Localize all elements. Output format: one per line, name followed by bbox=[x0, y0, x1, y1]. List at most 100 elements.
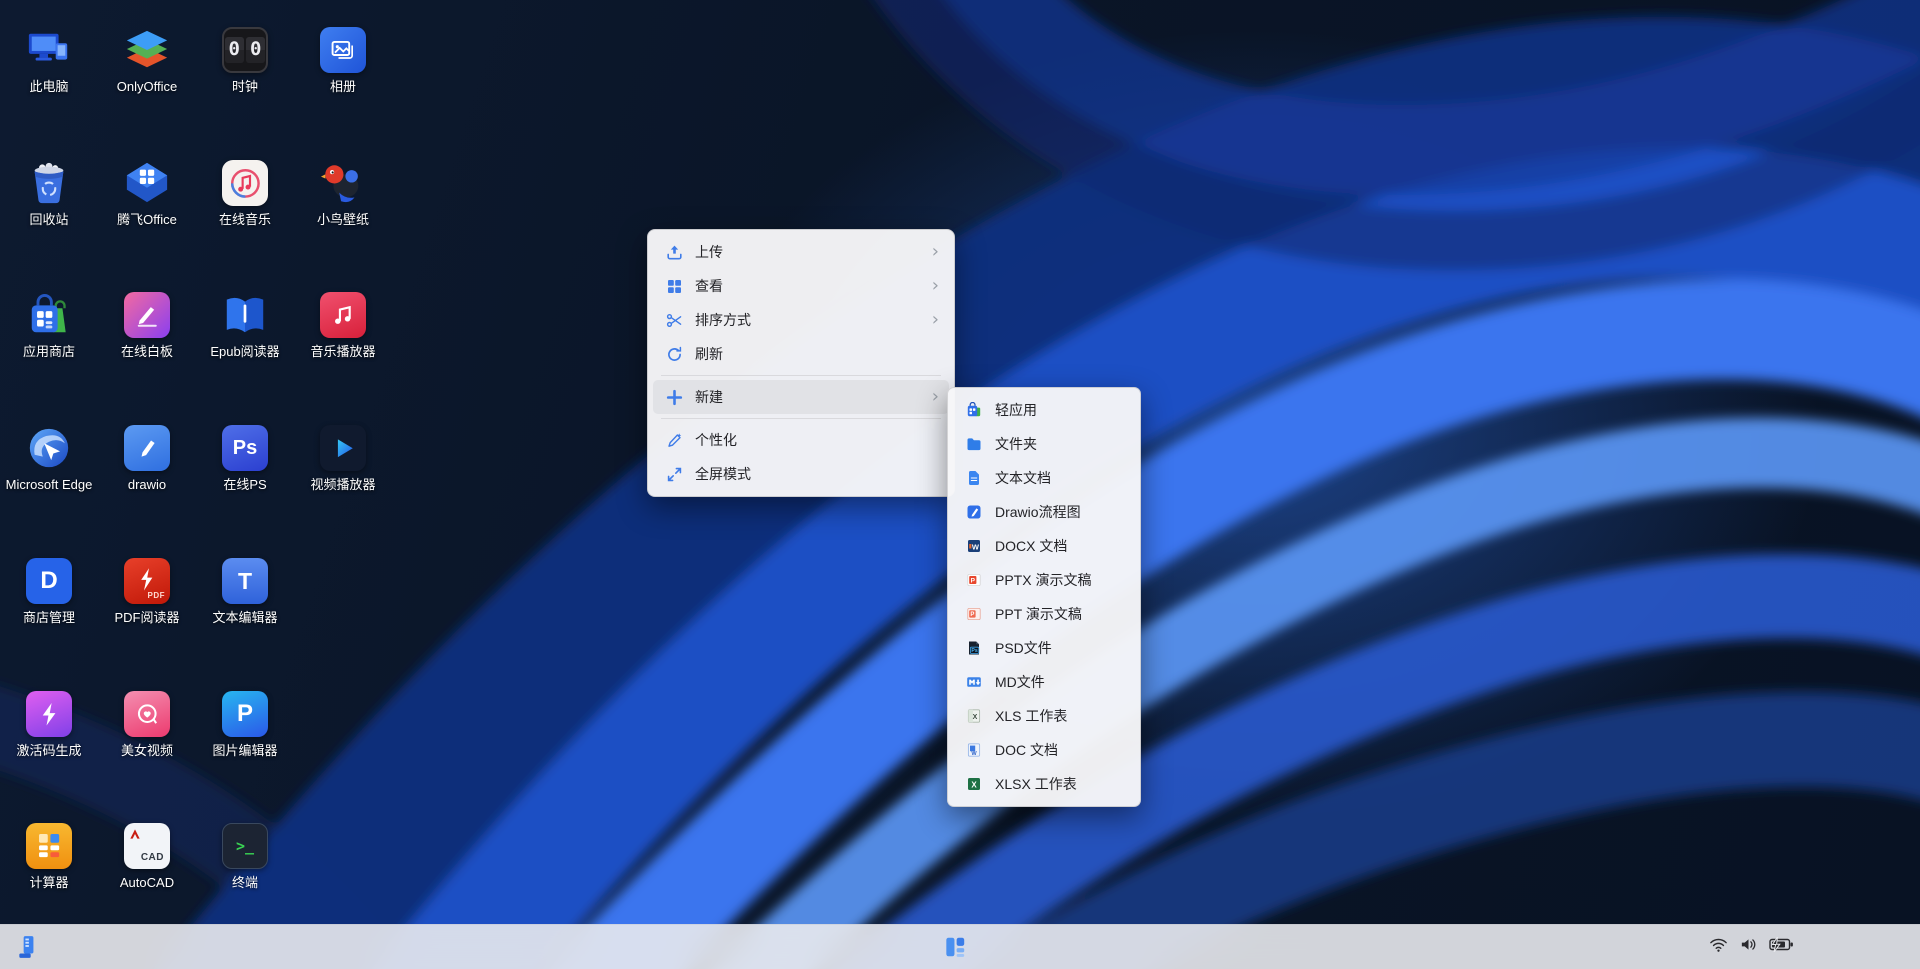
submenu-item-doc[interactable]: W DOC 文档 bbox=[953, 733, 1135, 767]
context-menu-item-refresh[interactable]: 刷新 › bbox=[653, 337, 949, 371]
desktop-icon-label: PDF阅读器 bbox=[99, 610, 195, 627]
desktop-icon-label: 时钟 bbox=[197, 79, 293, 96]
desktop-icon-label: 美女视频 bbox=[99, 743, 195, 760]
submenu-item-pptx[interactable]: P PPTX 演示文稿 bbox=[953, 563, 1135, 597]
xlsx-icon: X bbox=[966, 776, 982, 792]
launcher-button[interactable] bbox=[10, 929, 46, 965]
submenu-item-ppt[interactable]: P PPT 演示文稿 bbox=[953, 597, 1135, 631]
context-menu-item-personalize[interactable]: 个性化 › bbox=[653, 423, 949, 457]
desktop-icon-online-music[interactable]: 在线音乐 bbox=[197, 160, 293, 229]
music-player-icon bbox=[320, 292, 366, 338]
context-menu-item-sort[interactable]: 排序方式 › bbox=[653, 303, 949, 337]
submenu-item-psd[interactable]: Ps PSD文件 bbox=[953, 631, 1135, 665]
desktop-icon-music-player[interactable]: 音乐播放器 bbox=[295, 292, 391, 361]
volume-icon[interactable] bbox=[1738, 935, 1759, 959]
desktop-icon-bird-wallpaper[interactable]: 小鸟壁纸 bbox=[295, 160, 391, 229]
pptx-icon: P bbox=[966, 572, 982, 588]
desktop-icon-epub-reader[interactable]: Epub阅读器 bbox=[197, 292, 293, 361]
light-app-icon bbox=[966, 402, 982, 418]
submenu-item-label: XLS 工作表 bbox=[995, 706, 1127, 726]
battery-charging-icon-icon bbox=[1769, 937, 1794, 957]
desktop-icon-whiteboard[interactable]: 在线白板 bbox=[99, 292, 195, 361]
volume-icon-icon bbox=[1739, 935, 1758, 959]
svg-text:X: X bbox=[971, 781, 977, 790]
task-view-button[interactable] bbox=[937, 929, 973, 965]
desktop-icon-tengfei-office[interactable]: 腾飞Office bbox=[99, 160, 195, 229]
context-menu: 上传 › 查看 › 排序方式 › 刷新 › 新建 › 个性化 › bbox=[647, 229, 955, 497]
desktop-icon-drawio[interactable]: drawio bbox=[99, 425, 195, 494]
desktop[interactable]: 此电脑 OnlyOffice 00 时钟 相册 回收站 腾飞Office 在线音… bbox=[0, 0, 1920, 969]
md-icon bbox=[966, 674, 982, 690]
desktop-icon-label: 文本编辑器 bbox=[197, 610, 293, 627]
desktop-icon-store-manager[interactable]: D 商店管理 bbox=[1, 558, 97, 627]
onlyoffice-icon bbox=[124, 27, 170, 73]
desktop-icon-photos[interactable]: 相册 bbox=[295, 27, 391, 96]
desktop-icon-label: Epub阅读器 bbox=[197, 344, 293, 361]
app-store-icon bbox=[26, 292, 72, 338]
docx-icon: W bbox=[966, 538, 982, 554]
desktop-icon-label: 音乐播放器 bbox=[295, 344, 391, 361]
launcher-logo-icon bbox=[15, 934, 41, 960]
system-tray bbox=[1708, 925, 1795, 969]
desktop-icon-recycle-bin[interactable]: 回收站 bbox=[1, 160, 97, 229]
chevron-right-icon: › bbox=[932, 311, 939, 329]
submenu-item-xlsx[interactable]: X XLSX 工作表 bbox=[953, 767, 1135, 801]
battery-charging-icon[interactable] bbox=[1768, 935, 1795, 959]
chevron-right-icon: › bbox=[932, 388, 939, 406]
desktop-icon-label: drawio bbox=[99, 477, 195, 494]
desktop-icon-label: 在线PS bbox=[197, 477, 293, 494]
wifi-icon[interactable] bbox=[1708, 935, 1729, 959]
submenu-item-label: PPTX 演示文稿 bbox=[995, 570, 1127, 590]
menu-item-label: 全屏模式 bbox=[695, 464, 924, 484]
desktop-icon-label: 腾飞Office bbox=[99, 212, 195, 229]
desktop-icon-activation-code[interactable]: 激活码生成 bbox=[1, 691, 97, 760]
store-manager-icon: D bbox=[26, 558, 72, 604]
menu-item-label: 刷新 bbox=[695, 344, 924, 364]
context-menu-item-fullscreen[interactable]: 全屏模式 › bbox=[653, 457, 949, 491]
svg-text:W: W bbox=[971, 751, 977, 757]
desktop-icon-label: 视频播放器 bbox=[295, 477, 391, 494]
desktop-icon-calculator[interactable]: 计算器 bbox=[1, 823, 97, 892]
desktop-icon-terminal[interactable]: >_ 终端 bbox=[197, 823, 293, 892]
desktop-icon-pdf-reader[interactable]: PDF PDF阅读器 bbox=[99, 558, 195, 627]
submenu-item-docx[interactable]: W DOCX 文档 bbox=[953, 529, 1135, 563]
desktop-icon-this-pc[interactable]: 此电脑 bbox=[1, 27, 97, 96]
submenu-item-text-doc[interactable]: 文本文档 bbox=[953, 461, 1135, 495]
desktop-icon-online-ps[interactable]: Ps 在线PS bbox=[197, 425, 293, 494]
beauty-video-icon bbox=[124, 691, 170, 737]
submenu-item-light-app[interactable]: 轻应用 bbox=[953, 393, 1135, 427]
submenu-item-label: 轻应用 bbox=[995, 400, 1127, 420]
context-menu-item-new[interactable]: 新建 › bbox=[653, 380, 949, 414]
pdf-reader-icon: PDF bbox=[124, 558, 170, 604]
tengfei-office-icon bbox=[124, 160, 170, 206]
view-icon bbox=[666, 278, 683, 295]
desktop-icon-text-editor[interactable]: T 文本编辑器 bbox=[197, 558, 293, 627]
video-player-icon bbox=[320, 425, 366, 471]
submenu-item-folder[interactable]: 文件夹 bbox=[953, 427, 1135, 461]
submenu-item-drawio-file[interactable]: Drawio流程图 bbox=[953, 495, 1135, 529]
menu-item-label: 个性化 bbox=[695, 430, 924, 450]
sort-icon bbox=[666, 312, 683, 329]
desktop-icon-onlyoffice[interactable]: OnlyOffice bbox=[99, 27, 195, 96]
submenu-item-xls[interactable]: X XLS 工作表 bbox=[953, 699, 1135, 733]
submenu-item-label: MD文件 bbox=[995, 672, 1127, 692]
context-menu-item-view[interactable]: 查看 › bbox=[653, 269, 949, 303]
menu-separator bbox=[661, 418, 941, 419]
context-menu-item-upload[interactable]: 上传 › bbox=[653, 235, 949, 269]
photos-icon bbox=[320, 27, 366, 73]
desktop-icon-edge[interactable]: Microsoft Edge bbox=[1, 425, 97, 494]
desktop-icon-app-store[interactable]: 应用商店 bbox=[1, 292, 97, 361]
submenu-item-label: 文本文档 bbox=[995, 468, 1127, 488]
taskbar bbox=[0, 924, 1920, 969]
desktop-icon-clock[interactable]: 00 时钟 bbox=[197, 27, 293, 96]
desktop-icon-video-player[interactable]: 视频播放器 bbox=[295, 425, 391, 494]
desktop-icon-image-editor[interactable]: P 图片编辑器 bbox=[197, 691, 293, 760]
desktop-icon-label: 激活码生成 bbox=[1, 743, 97, 760]
desktop-icon-label: 计算器 bbox=[1, 875, 97, 892]
desktop-icon-label: 回收站 bbox=[1, 212, 97, 229]
submenu-item-md[interactable]: MD文件 bbox=[953, 665, 1135, 699]
fullscreen-icon bbox=[666, 466, 683, 483]
submenu-item-label: PPT 演示文稿 bbox=[995, 604, 1127, 624]
desktop-icon-autocad[interactable]: CAD AutoCAD bbox=[99, 823, 195, 892]
desktop-icon-beauty-video[interactable]: 美女视频 bbox=[99, 691, 195, 760]
